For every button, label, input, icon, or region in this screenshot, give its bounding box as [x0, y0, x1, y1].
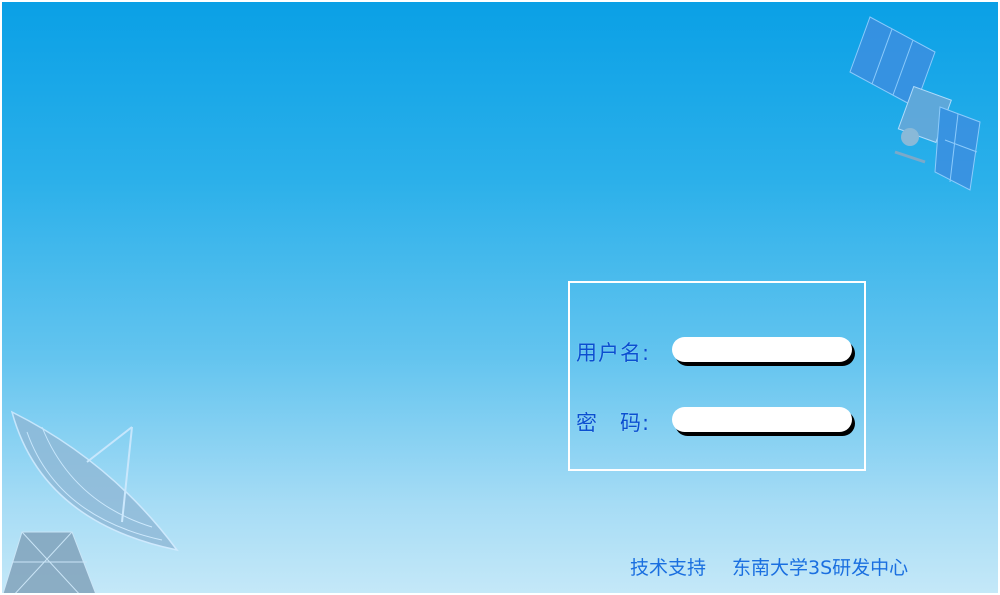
password-row: 密 码:: [576, 407, 852, 437]
password-input[interactable]: [672, 407, 852, 432]
support-label: 技术支持: [630, 557, 707, 579]
username-row: 用户名:: [576, 337, 852, 367]
password-label: 密 码:: [576, 411, 651, 435]
username-input[interactable]: [672, 337, 852, 362]
organization-name: 东南大学3S研发中心: [732, 557, 909, 579]
satellite-icon: [849, 16, 981, 191]
radar-dish-icon: [2, 410, 179, 593]
login-page: 用户名: 密 码: 技术支持 东南大学3S研发中心: [0, 0, 1000, 595]
username-label: 用户名:: [576, 341, 651, 365]
footer-credit: 技术支持 东南大学3S研发中心: [630, 553, 908, 580]
login-form: 用户名: 密 码:: [568, 281, 866, 471]
